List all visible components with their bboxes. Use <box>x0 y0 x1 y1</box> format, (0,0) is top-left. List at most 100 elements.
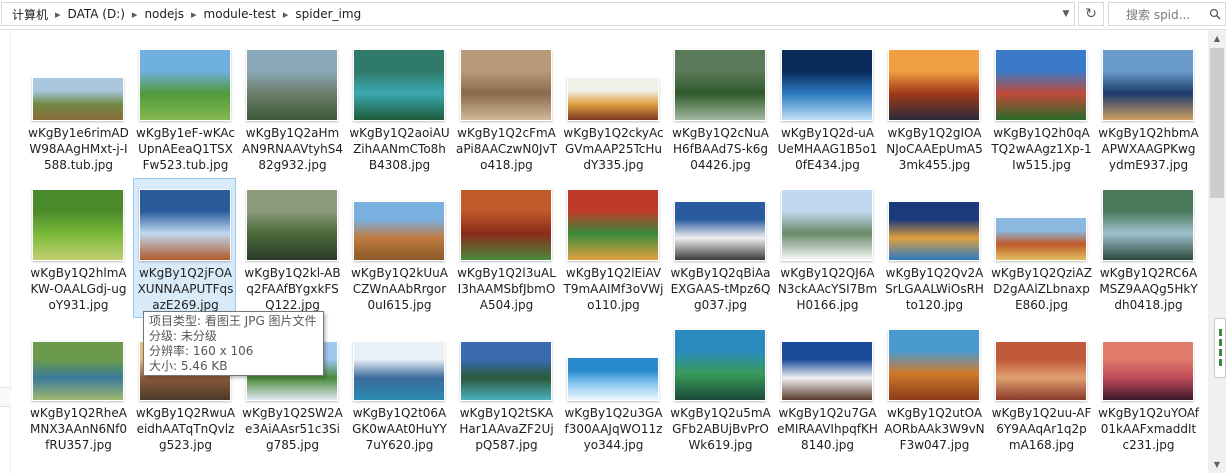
scroll-down-arrow[interactable]: ▼ <box>1208 456 1226 473</box>
image-thumbnail <box>32 189 124 261</box>
file-item[interactable]: wKgBy1Q2kUuACZWnAAbRrgor0uI615.jpg <box>347 178 450 318</box>
file-item[interactable]: wKgBy1eF-wKAcUpnAEeaQ1TSXFw523.tub.jpg <box>133 38 236 178</box>
file-name: wKgBy1Q2Qv2ASrLGAALWiOsRHto120.jpg <box>885 266 984 312</box>
thumbnail-frame <box>887 181 981 261</box>
file-item[interactable]: wKgBy1Q2RheAMNX3AAnN6Nf0fRU357.jpg <box>26 318 129 458</box>
history-dropdown-icon[interactable]: ▼ <box>1057 4 1075 24</box>
thumbnail-frame <box>31 321 125 401</box>
address-bar: 计算机 ▸ DATA (D:) ▸ nodejs ▸ module-test ▸… <box>0 0 1226 30</box>
file-item[interactable]: wKgBy1Q2aoiAUZihAANmCTo8hB4308.jpg <box>347 38 450 178</box>
search-icon <box>1209 8 1221 20</box>
tooltip-rating: 分级: 未分级 <box>149 329 217 343</box>
file-name: wKgBy1Q2uYOAf01kAAFxmaddItc231.jpg <box>1098 406 1199 452</box>
file-name: wKgBy1Q2d-uAUeMHAAG1B5o10fE434.jpg <box>777 126 878 172</box>
refresh-icon: ↻ <box>1085 6 1097 22</box>
breadcrumb-spider-img[interactable]: spider_img <box>291 7 365 21</box>
file-item[interactable]: wKgBy1Q2utOAAORbAAk3W9vNF3w047.jpg <box>882 318 985 458</box>
chevron-right-icon[interactable]: ▸ <box>188 8 200 21</box>
thumbnail-frame <box>673 321 767 401</box>
thumbnail-frame <box>245 41 339 121</box>
file-item[interactable]: wKgBy1Q2d-uAUeMHAAG1B5o10fE434.jpg <box>775 38 878 178</box>
breadcrumb-nodejs[interactable]: nodejs <box>140 7 188 21</box>
file-item[interactable]: wKgBy1Q2u7GAeMIRAAVIhpqfKH8140.jpg <box>775 318 878 458</box>
breadcrumb-drive[interactable]: DATA (D:) <box>64 7 129 21</box>
breadcrumb-module-test[interactable]: module-test <box>200 7 280 21</box>
file-item[interactable]: wKgBy1Q2hbmAAPWXAAGPKwgydmE937.jpg <box>1096 38 1199 178</box>
vertical-scrollbar[interactable]: ▲ ▼ <box>1208 30 1226 473</box>
file-item[interactable]: wKgBy1Q2RC6AMSZ9AAQg5HkYdh0418.jpg <box>1096 178 1199 318</box>
tooltip-resolution: 分辨率: 160 x 106 <box>149 344 254 358</box>
chevron-right-icon[interactable]: ▸ <box>280 8 292 21</box>
file-name: wKgBy1Q2jFOAXUNNAAPUTFqsazE269.jpg <box>137 266 234 312</box>
file-item[interactable]: wKgBy1Q2ckyAcGVmAAP25TcHudY335.jpg <box>561 38 664 178</box>
image-thumbnail <box>1102 49 1194 121</box>
file-item[interactable]: wKgBy1Q2h0qATQ2wAAgz1Xp-1Iw515.jpg <box>989 38 1092 178</box>
search-input[interactable]: 搜索 spid... <box>1108 2 1226 26</box>
nav-pane-handle[interactable] <box>0 387 11 407</box>
image-thumbnail <box>888 329 980 401</box>
thumbnail-frame <box>566 41 660 121</box>
refresh-button[interactable]: ↻ <box>1078 2 1104 26</box>
file-name: wKgBy1Q2cFmAaPi8AACzwN0JvTo418.jpg <box>456 126 557 172</box>
image-thumbnail <box>1102 189 1194 261</box>
file-item[interactable]: wKgBy1Q2qBiAaEXGAAS-tMpz6Qg037.jpg <box>668 178 771 318</box>
file-item[interactable]: wKgBy1Q2uYOAf01kAAFxmaddItc231.jpg <box>1096 318 1199 458</box>
file-item[interactable]: wKgBy1Q2tSKAHar1AAvaZF2UjpQ587.jpg <box>454 318 557 458</box>
file-item[interactable]: wKgBy1Q2lEiAVT9mAAIMf3oVWjo110.jpg <box>561 178 664 318</box>
file-item[interactable]: wKgBy1Q2hlmAKW-OAALGdj-ugoY931.jpg <box>26 178 129 318</box>
file-name: wKgBy1Q2RheAMNX3AAnN6Nf0fRU357.jpg <box>30 406 127 452</box>
file-item[interactable]: wKgBy1Q2QziAZD2gAAlZLbnaxpE860.jpg <box>989 178 1092 318</box>
chevron-right-icon[interactable]: ▸ <box>52 8 64 21</box>
file-name: wKgBy1eF-wKAcUpnAEeaQ1TSXFw523.tub.jpg <box>136 126 235 172</box>
image-thumbnail <box>781 49 873 121</box>
image-thumbnail <box>888 49 980 121</box>
file-item[interactable]: wKgBy1Q2t06AGK0wAAt0HuYY7uY620.jpg <box>347 318 450 458</box>
file-list-view[interactable]: wKgBy1e6rimADW98AAgHMxt-j-I588.tub.jpg wK… <box>12 30 1208 473</box>
scroll-up-arrow[interactable]: ▲ <box>1208 30 1226 47</box>
file-item[interactable]: wKgBy1Q2aHmAN9RNAAVtyhS482g932.jpg <box>240 38 343 178</box>
file-item[interactable]: wKgBy1Q2QJ6AN3ckAAcYSI7BmH0166.jpg <box>775 178 878 318</box>
image-thumbnail <box>781 189 873 261</box>
thumbnail-frame <box>566 321 660 401</box>
file-name: wKgBy1Q2hbmAAPWXAAGPKwgydmE937.jpg <box>1098 126 1199 172</box>
file-name: wKgBy1Q2l3uALI3hAAMSbfJbmOA504.jpg <box>457 266 556 312</box>
file-name: wKgBy1Q2gIOANJoCAAEpUmA53mk455.jpg <box>886 126 983 172</box>
navigation-pane[interactable] <box>0 30 11 473</box>
image-thumbnail <box>460 189 552 261</box>
file-item[interactable]: wKgBy1Q2gIOANJoCAAEpUmA53mk455.jpg <box>882 38 985 178</box>
file-item[interactable]: wKgBy1Q2kl-ABq2FAAfBYgxkFSQ122.jpg <box>240 178 343 318</box>
image-thumbnail <box>995 49 1087 121</box>
image-thumbnail <box>246 49 338 121</box>
image-thumbnail <box>139 189 231 261</box>
breadcrumb-computer[interactable]: 计算机 <box>8 6 52 23</box>
file-name: wKgBy1Q2kUuACZWnAAbRrgor0uI615.jpg <box>351 266 448 312</box>
file-item[interactable]: wKgBy1Q2cNuAH6fBAAd7S-k6g04426.jpg <box>668 38 771 178</box>
image-thumbnail <box>567 189 659 261</box>
file-item[interactable]: wKgBy1Q2Qv2ASrLGAALWiOsRHto120.jpg <box>882 178 985 318</box>
breadcrumb[interactable]: 计算机 ▸ DATA (D:) ▸ nodejs ▸ module-test ▸… <box>1 2 1075 26</box>
image-thumbnail <box>674 329 766 401</box>
chevron-right-icon[interactable]: ▸ <box>129 8 141 21</box>
side-widget[interactable] <box>1214 318 1226 378</box>
file-name: wKgBy1Q2RwuAeidhAATqTnQvlzg523.jpg <box>135 406 236 452</box>
scrollbar-thumb[interactable] <box>1210 48 1224 198</box>
file-item[interactable]: wKgBy1Q2u5mAGFb2ABUjBvPrOWk619.jpg <box>668 318 771 458</box>
thumbnail-frame <box>1101 181 1195 261</box>
file-name: wKgBy1Q2qBiAaEXGAAS-tMpz6Qg037.jpg <box>670 266 771 312</box>
file-name: wKgBy1Q2aHmAN9RNAAVtyhS482g932.jpg <box>242 126 343 172</box>
thumbnail-frame <box>887 321 981 401</box>
file-name: wKgBy1Q2utOAAORbAAk3W9vNF3w047.jpg <box>884 406 985 452</box>
file-name: wKgBy1Q2hlmAKW-OAALGdj-ugoY931.jpg <box>30 266 127 312</box>
file-item[interactable]: wKgBy1e6rimADW98AAgHMxt-j-I588.tub.jpg <box>26 38 129 178</box>
file-item[interactable]: wKgBy1Q2jFOAXUNNAAPUTFqsazE269.jpg <box>133 178 236 318</box>
file-name: wKgBy1Q2u3GAf300AAJqWO11zyo344.jpg <box>564 406 663 452</box>
file-item[interactable]: wKgBy1Q2uu-AF6Y9AAqAr1q2pmA168.jpg <box>989 318 1092 458</box>
thumbnail-frame <box>459 181 553 261</box>
thumbnail-frame <box>31 181 125 261</box>
image-thumbnail <box>674 201 766 261</box>
file-item[interactable]: wKgBy1Q2u3GAf300AAJqWO11zyo344.jpg <box>561 318 664 458</box>
file-item[interactable]: wKgBy1Q2l3uALI3hAAMSbfJbmOA504.jpg <box>454 178 557 318</box>
file-name: wKgBy1Q2QJ6AN3ckAAcYSI7BmH0166.jpg <box>777 266 878 312</box>
image-thumbnail <box>246 189 338 261</box>
file-item[interactable]: wKgBy1Q2cFmAaPi8AACzwN0JvTo418.jpg <box>454 38 557 178</box>
